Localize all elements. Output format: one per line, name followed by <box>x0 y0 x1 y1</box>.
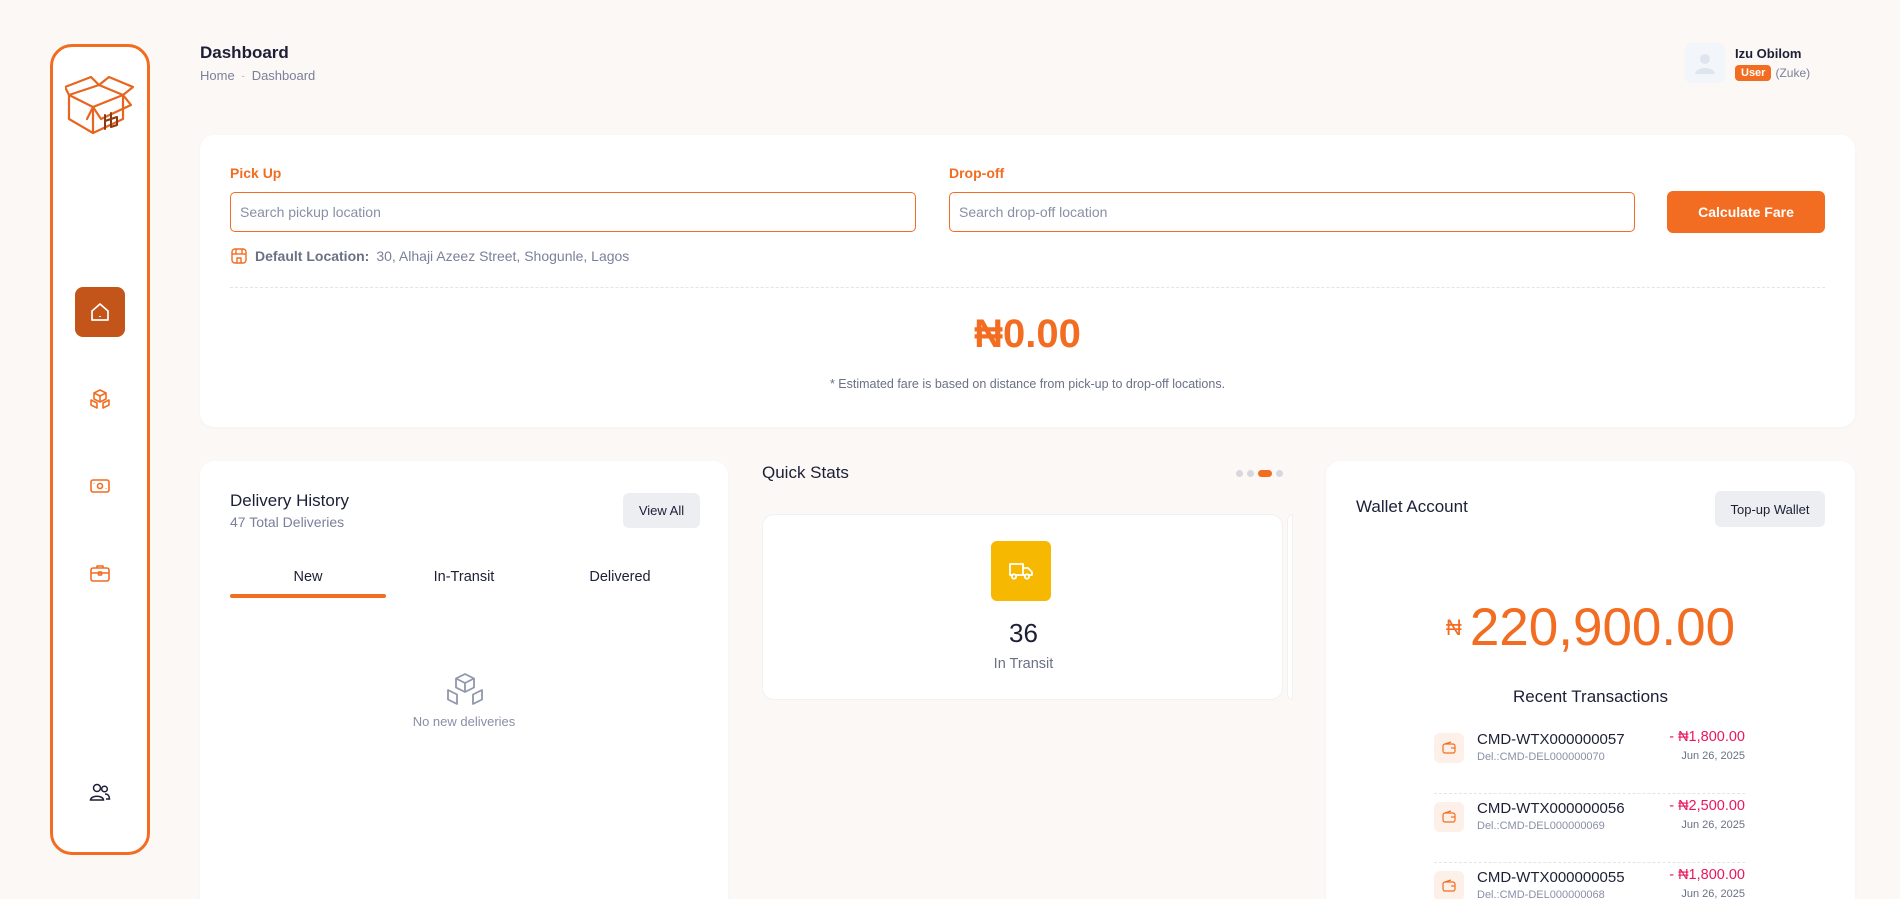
transaction-delivery: Del.:CMD-DEL000000069 <box>1477 820 1605 832</box>
default-location: Default Location: 30, Alhaji Azeez Stree… <box>230 247 629 265</box>
quick-stats-title: Quick Stats <box>762 463 849 482</box>
breadcrumb-separator: - <box>241 70 245 81</box>
default-location-label: Default Location: <box>255 248 370 264</box>
transaction-list: CMD-WTX000000057 Del.:CMD-DEL000000070 -… <box>1434 725 1745 899</box>
avatar[interactable] <box>1685 43 1725 83</box>
role-badge: User <box>1735 64 1772 81</box>
page-title: Dashboard <box>200 43 289 62</box>
stat-label: In Transit <box>993 656 1054 672</box>
wallet-icon <box>1434 871 1464 899</box>
top-up-wallet-button[interactable]: Top-up Wallet <box>1715 491 1825 527</box>
breadcrumb-current: Dashboard <box>251 68 316 83</box>
recent-transactions-title: Recent Transactions <box>1513 687 1668 706</box>
balance-amount: 220,900.00 <box>1469 598 1736 657</box>
store-icon <box>231 248 247 264</box>
transaction-ref: CMD-WTX000000057 <box>1477 731 1625 748</box>
stat-card-in-transit[interactable]: 36 In Transit <box>762 514 1283 700</box>
transaction-row[interactable]: CMD-WTX000000056 Del.:CMD-DEL000000069 -… <box>1434 794 1745 863</box>
wallet-balance: ₦ 220,900.00 <box>1326 597 1855 658</box>
transaction-amount: - ₦2,500.00 <box>1669 798 1745 814</box>
delivery-history-header: Delivery History 47 Total Deliveries <box>230 491 349 530</box>
wallet-title: Wallet Account <box>1356 497 1468 516</box>
dropoff-label: Drop-off <box>949 165 1005 181</box>
fare-calculator-card: Pick Up Drop-off Calculate Fare Default … <box>200 135 1855 427</box>
transaction-ref: CMD-WTX000000056 <box>1477 800 1625 817</box>
carousel-dot[interactable] <box>1236 470 1243 477</box>
calculate-fare-button[interactable]: Calculate Fare <box>1667 191 1825 233</box>
sidebar <box>50 44 150 855</box>
transaction-delivery: Del.:CMD-DEL000000068 <box>1477 889 1605 899</box>
fare-amount: ₦0.00 <box>974 312 1081 356</box>
sidebar-item-users[interactable] <box>75 767 125 817</box>
transaction-date: Jun 26, 2025 <box>1681 819 1745 831</box>
money-icon <box>90 479 110 493</box>
view-all-button[interactable]: View All <box>623 493 700 528</box>
transaction-amount: - ₦1,800.00 <box>1669 867 1745 883</box>
sidebar-item-home[interactable] <box>75 287 125 337</box>
breadcrumb: Home - Dashboard <box>200 68 315 83</box>
transaction-delivery: Del.:CMD-DEL000000070 <box>1477 751 1605 763</box>
wallet-card: Wallet Account Top-up Wallet ₦ 220,900.0… <box>1326 461 1855 899</box>
carousel-dot-active[interactable] <box>1258 470 1272 477</box>
carousel-dot[interactable] <box>1276 470 1283 477</box>
user-avatar-icon <box>1695 54 1715 74</box>
sidebar-item-business[interactable] <box>75 548 125 598</box>
tab-new[interactable]: New <box>230 569 386 599</box>
packages-icon <box>90 389 110 409</box>
delivery-tabs: New In-Transit Delivered <box>230 569 698 599</box>
carousel-dot[interactable] <box>1247 470 1254 477</box>
wallet-icon <box>1434 802 1464 832</box>
stat-icon-box <box>991 541 1051 601</box>
default-location-value: 30, Alhaji Azeez Street, Shogunle, Lagos <box>376 248 630 264</box>
sidebar-item-payments[interactable] <box>75 461 125 511</box>
carousel-dots <box>1236 470 1283 477</box>
transaction-date: Jun 26, 2025 <box>1681 888 1745 899</box>
next-stat-card-peek <box>1287 514 1293 700</box>
stat-value: 36 <box>1009 618 1038 648</box>
transaction-date: Jun 26, 2025 <box>1681 750 1745 762</box>
box-logo-icon[interactable] <box>65 75 139 141</box>
dropoff-input[interactable] <box>949 192 1635 232</box>
briefcase-icon <box>90 565 110 582</box>
breadcrumb-home[interactable]: Home <box>200 68 235 83</box>
tab-delivered[interactable]: Delivered <box>542 569 698 599</box>
sidebar-item-packages[interactable] <box>75 374 125 424</box>
delivery-history-card: Delivery History 47 Total Deliveries Vie… <box>200 461 728 899</box>
empty-state-text: No new deliveries <box>412 714 516 729</box>
divider <box>230 287 1825 288</box>
truck-icon <box>1009 563 1033 580</box>
transaction-amount: - ₦1,800.00 <box>1669 729 1745 745</box>
wallet-icon <box>1434 733 1464 763</box>
empty-packages-icon <box>447 673 483 705</box>
delivery-history-title: Delivery History <box>230 491 350 510</box>
delivery-count: 47 Total Deliveries <box>230 514 345 530</box>
user-handle: (Zuke) <box>1775 65 1811 80</box>
user-meta: User (Zuke) <box>1735 64 1811 81</box>
transaction-row[interactable]: CMD-WTX000000057 Del.:CMD-DEL000000070 -… <box>1434 725 1745 794</box>
home-icon <box>91 303 109 321</box>
user-name: Izu Obilom <box>1735 45 1802 61</box>
currency-symbol: ₦ <box>1445 615 1462 640</box>
users-icon <box>89 783 111 801</box>
pickup-input[interactable] <box>230 192 916 232</box>
transaction-row[interactable]: CMD-WTX000000055 Del.:CMD-DEL000000068 -… <box>1434 863 1745 899</box>
transaction-ref: CMD-WTX000000055 <box>1477 869 1625 886</box>
user-menu[interactable]: Izu Obilom User (Zuke) <box>1685 43 1810 83</box>
fare-note: * Estimated fare is based on distance fr… <box>829 377 1226 391</box>
user-info: Izu Obilom User (Zuke) <box>1735 46 1810 81</box>
pickup-label: Pick Up <box>230 165 282 181</box>
tab-in-transit[interactable]: In-Transit <box>386 569 542 599</box>
